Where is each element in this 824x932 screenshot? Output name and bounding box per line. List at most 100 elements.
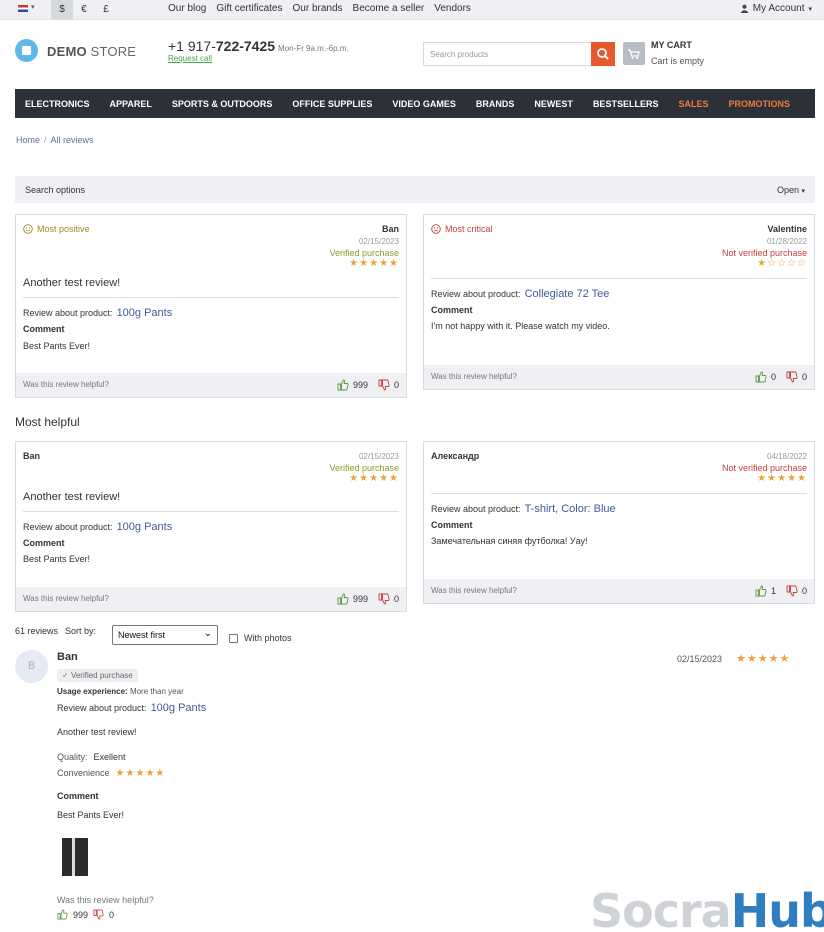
- nav-item-apparel[interactable]: APPAREL: [100, 99, 162, 109]
- review-about-label: Review about product:: [431, 504, 521, 514]
- link-blog[interactable]: Our blog: [168, 3, 206, 14]
- cart-title[interactable]: MY CART: [651, 40, 692, 50]
- product-link[interactable]: Collegiate 72 Tee: [525, 288, 610, 300]
- thumbs-down-icon[interactable]: [93, 909, 104, 920]
- nav-item-promotions[interactable]: PROMOTIONS: [718, 99, 800, 109]
- frown-icon: [431, 224, 441, 234]
- logo-icon[interactable]: [15, 39, 38, 62]
- review-text: Another test review!: [23, 277, 121, 289]
- helpful-footer: Was this review helpful? 1 0: [424, 579, 814, 603]
- smile-icon: [23, 224, 33, 234]
- star-rating: ★★★★★: [115, 768, 166, 779]
- search-options-toggle[interactable]: Open ▾: [777, 185, 805, 195]
- vote-controls: 999 0: [57, 909, 114, 920]
- review-about-label: Review about product:: [23, 522, 113, 532]
- nav-item-video-games[interactable]: VIDEO GAMES: [382, 99, 466, 109]
- thumbs-down-icon[interactable]: [378, 593, 390, 605]
- helpful-footer: Was this review helpful? 999 0: [16, 373, 406, 397]
- sort-select-value: Newest first: [118, 630, 166, 640]
- thumbs-up-icon[interactable]: [337, 593, 349, 605]
- search-options-bar[interactable]: Search options Open ▾: [15, 176, 815, 203]
- currency-usd[interactable]: $: [51, 0, 73, 20]
- likes-count: 999: [352, 594, 368, 604]
- dislikes-count: 0: [801, 586, 807, 596]
- review-about: Review about product: T-shirt, Color: Blu…: [431, 503, 616, 515]
- breadcrumb-home[interactable]: Home: [16, 135, 40, 145]
- review-date: 02/15/2023: [358, 237, 399, 246]
- review-text: Another test review!: [57, 727, 137, 737]
- comment-label: Comment: [23, 324, 65, 334]
- with-photos-checkbox[interactable]: [229, 634, 238, 643]
- likes-count: 999: [352, 380, 368, 390]
- most-critical-title: Most critical: [431, 224, 493, 234]
- review-author: Ban: [381, 224, 399, 234]
- product-link[interactable]: 100g Pants: [151, 702, 207, 714]
- product-link[interactable]: T-shirt, Color: Blue: [525, 503, 616, 515]
- divider: [431, 493, 807, 494]
- helpful-question: Was this review helpful?: [431, 372, 517, 381]
- review-author: Александр: [431, 451, 480, 461]
- chevron-down-icon: ⌄: [203, 628, 212, 639]
- purchase-status: Not verified purchase: [721, 248, 807, 258]
- chevron-down-icon[interactable]: ▾: [31, 3, 35, 11]
- sort-select[interactable]: Newest first ⌄: [112, 625, 218, 645]
- link-our-brands[interactable]: Our brands: [293, 3, 343, 14]
- watermark-part2: Hub: [730, 884, 824, 932]
- thumbs-up-icon[interactable]: [755, 371, 767, 383]
- nav-item-newest[interactable]: NEWEST: [524, 99, 583, 109]
- helpful-question: Was this review helpful?: [23, 594, 109, 603]
- most-critical-card: Most critical Valentine 01/28/2022 Not v…: [423, 214, 815, 390]
- my-account-menu[interactable]: My Account ▾: [740, 3, 812, 14]
- with-photos-label[interactable]: With photos: [244, 633, 292, 643]
- link-gift-certificates[interactable]: Gift certificates: [216, 3, 282, 14]
- most-critical-label: Most critical: [445, 224, 493, 234]
- product-link[interactable]: 100g Pants: [117, 307, 173, 319]
- search-input[interactable]: Search products: [423, 42, 591, 66]
- search-button[interactable]: [591, 42, 615, 66]
- nav-item-electronics[interactable]: ELECTRONICS: [15, 99, 100, 109]
- quality-value: Exellent: [93, 752, 126, 762]
- cart-icon[interactable]: [623, 42, 645, 65]
- comment-text: Best Pants Ever!: [23, 554, 91, 564]
- most-helpful-heading: Most helpful: [15, 415, 80, 429]
- usage-experience: Usage experience: More than year: [57, 687, 184, 696]
- most-positive-label: Most positive: [37, 224, 90, 234]
- thumbs-up-icon[interactable]: [57, 909, 68, 920]
- comment-text: Best Pants Ever!: [23, 341, 91, 351]
- currency-eur[interactable]: €: [73, 0, 95, 20]
- nav-item-sports-outdoors[interactable]: SPORTS & OUTDOORS: [162, 99, 283, 109]
- comment-text: I'm not happy with it. Please watch my v…: [431, 321, 610, 331]
- review-date: 01/28/2022: [766, 237, 807, 246]
- search-options-toggle-label: Open: [776, 185, 799, 195]
- review-about-label: Review about product:: [57, 703, 147, 713]
- breadcrumb-current: All reviews: [50, 135, 94, 145]
- divider: [431, 278, 807, 279]
- nav-item-brands[interactable]: BRANDS: [466, 99, 525, 109]
- review-about-label: Review about product:: [431, 289, 521, 299]
- review-about: Review about product: 100g Pants: [23, 307, 172, 319]
- most-positive-title: Most positive: [23, 224, 90, 234]
- link-vendors[interactable]: Vendors: [434, 3, 471, 14]
- thumbs-down-icon[interactable]: [786, 371, 798, 383]
- thumbs-down-icon[interactable]: [378, 379, 390, 391]
- nav-item-sales[interactable]: SALES: [668, 99, 718, 109]
- thumbs-up-icon[interactable]: [755, 585, 767, 597]
- logo[interactable]: DEMO STORE: [47, 44, 136, 59]
- vote-controls: 999 0: [337, 379, 399, 391]
- thumbs-up-icon[interactable]: [337, 379, 349, 391]
- review-photo[interactable]: [62, 838, 88, 876]
- sort-by-label: Sort by:: [65, 626, 97, 636]
- purchase-status: Not verified purchase: [721, 463, 807, 473]
- nav-item-office-supplies[interactable]: OFFICE SUPPLIES: [282, 99, 382, 109]
- convenience-row: Convenience ★★★★★: [57, 768, 165, 779]
- quality-label: Quality:: [57, 752, 88, 762]
- language-flag-icon[interactable]: [18, 5, 28, 12]
- comment-text: Best Pants Ever!: [57, 810, 125, 820]
- thumbs-down-icon[interactable]: [786, 585, 798, 597]
- currency-gbp[interactable]: £: [95, 0, 117, 20]
- product-link[interactable]: 100g Pants: [117, 521, 173, 533]
- nav-item-bestsellers[interactable]: BESTSELLERS: [583, 99, 669, 109]
- reviews-count: 61 reviews: [15, 626, 59, 636]
- request-call-link[interactable]: Request call: [168, 54, 212, 63]
- link-become-seller[interactable]: Become a seller: [353, 3, 425, 14]
